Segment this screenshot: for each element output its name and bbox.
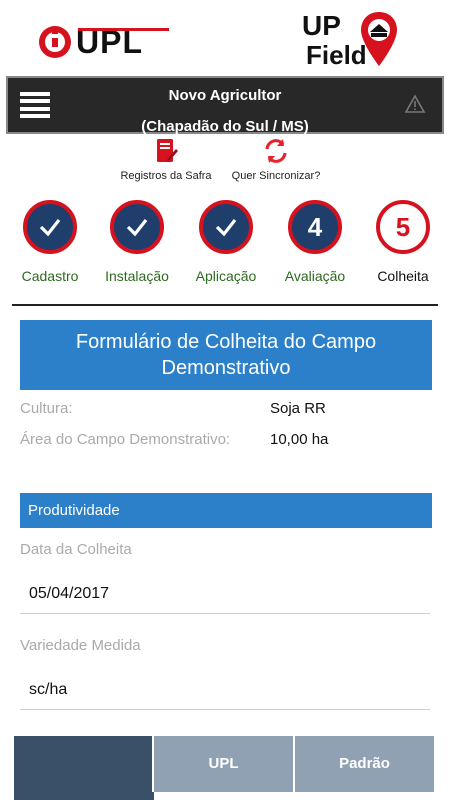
warning-icon[interactable] xyxy=(404,94,426,114)
checkmark-icon xyxy=(126,219,148,237)
app-screen: UPL UP Field Novo Agricultor (Chapadão d… xyxy=(0,0,450,800)
table-header-padrao: Padrão xyxy=(295,736,436,792)
data-colheita-label: Data da Colheita xyxy=(20,541,132,558)
step-avaliacao[interactable]: 4 Avaliação xyxy=(270,200,360,284)
form-title: Formulário de Colheita do Campo Demonstr… xyxy=(20,320,432,390)
menu-icon[interactable] xyxy=(20,92,50,118)
progress-steps: Cadastro Instalação Aplicação 4 Avaliaçã… xyxy=(0,200,450,296)
step-circle: 5 xyxy=(376,200,430,254)
step-cadastro[interactable]: Cadastro xyxy=(5,200,95,284)
produtividade-section-title: Produtividade xyxy=(20,493,432,528)
step-label: Colheita xyxy=(377,268,429,284)
sync-icon xyxy=(265,139,287,163)
comparison-table-header: UPL Padrão xyxy=(14,736,438,792)
action-bar: Registros da Safra Quer Sincronizar? xyxy=(0,138,450,194)
step-label: Aplicação xyxy=(195,268,257,284)
sincronizar-label: Quer Sincronizar? xyxy=(231,170,321,182)
cultura-value: Soja RR xyxy=(270,400,326,417)
sincronizar-button[interactable]: Quer Sincronizar? xyxy=(222,138,330,182)
step-instalacao[interactable]: Instalação xyxy=(92,200,182,284)
step-circle xyxy=(110,200,164,254)
data-colheita-field[interactable]: 05/04/2017 xyxy=(20,574,430,614)
step-label: Avaliação xyxy=(284,268,346,284)
step-colheita[interactable]: 5 Colheita xyxy=(358,200,448,284)
cultura-row: Cultura: Soja RR xyxy=(20,400,440,424)
upl-mark-icon xyxy=(39,26,71,58)
table-header-empty xyxy=(14,736,154,792)
step-circle: 4 xyxy=(288,200,342,254)
title-line-farmer: Novo Agricultor xyxy=(168,87,282,104)
step-label: Cadastro xyxy=(21,268,79,284)
step-circle xyxy=(199,200,253,254)
map-pin-icon xyxy=(361,12,397,66)
step-circle xyxy=(23,200,77,254)
registros-safra-button[interactable]: Registros da Safra xyxy=(110,138,222,182)
steps-divider xyxy=(12,304,438,306)
table-header-upl: UPL xyxy=(154,736,295,792)
variedade-medida-label: Variedade Medida xyxy=(20,637,141,654)
upl-wordmark: UPL xyxy=(76,23,169,60)
logo-bar: UPL UP Field xyxy=(0,0,450,76)
page-title: Novo Agricultor (Chapadão do Sul / MS) xyxy=(68,80,382,142)
area-value: 10,00 ha xyxy=(270,431,329,448)
notebook-icon xyxy=(157,139,178,162)
variedade-medida-field[interactable]: sc/ha xyxy=(20,670,430,710)
checkmark-icon xyxy=(39,219,61,237)
upl-logo: UPL xyxy=(38,22,169,62)
table-row-stub xyxy=(14,792,154,800)
registros-safra-label: Registros da Safra xyxy=(120,170,212,182)
upfield-logo: UP Field xyxy=(302,10,412,72)
upfield-up-text: UP xyxy=(302,10,341,41)
checkmark-icon xyxy=(215,219,237,237)
area-label: Área do Campo Demonstrativo: xyxy=(20,431,231,448)
step-label: Instalação xyxy=(105,268,169,284)
app-header: Novo Agricultor (Chapadão do Sul / MS) xyxy=(6,76,444,135)
area-row: Área do Campo Demonstrativo: 10,00 ha xyxy=(20,431,440,455)
cultura-label: Cultura: xyxy=(20,400,73,417)
step-aplicacao[interactable]: Aplicação xyxy=(181,200,271,284)
